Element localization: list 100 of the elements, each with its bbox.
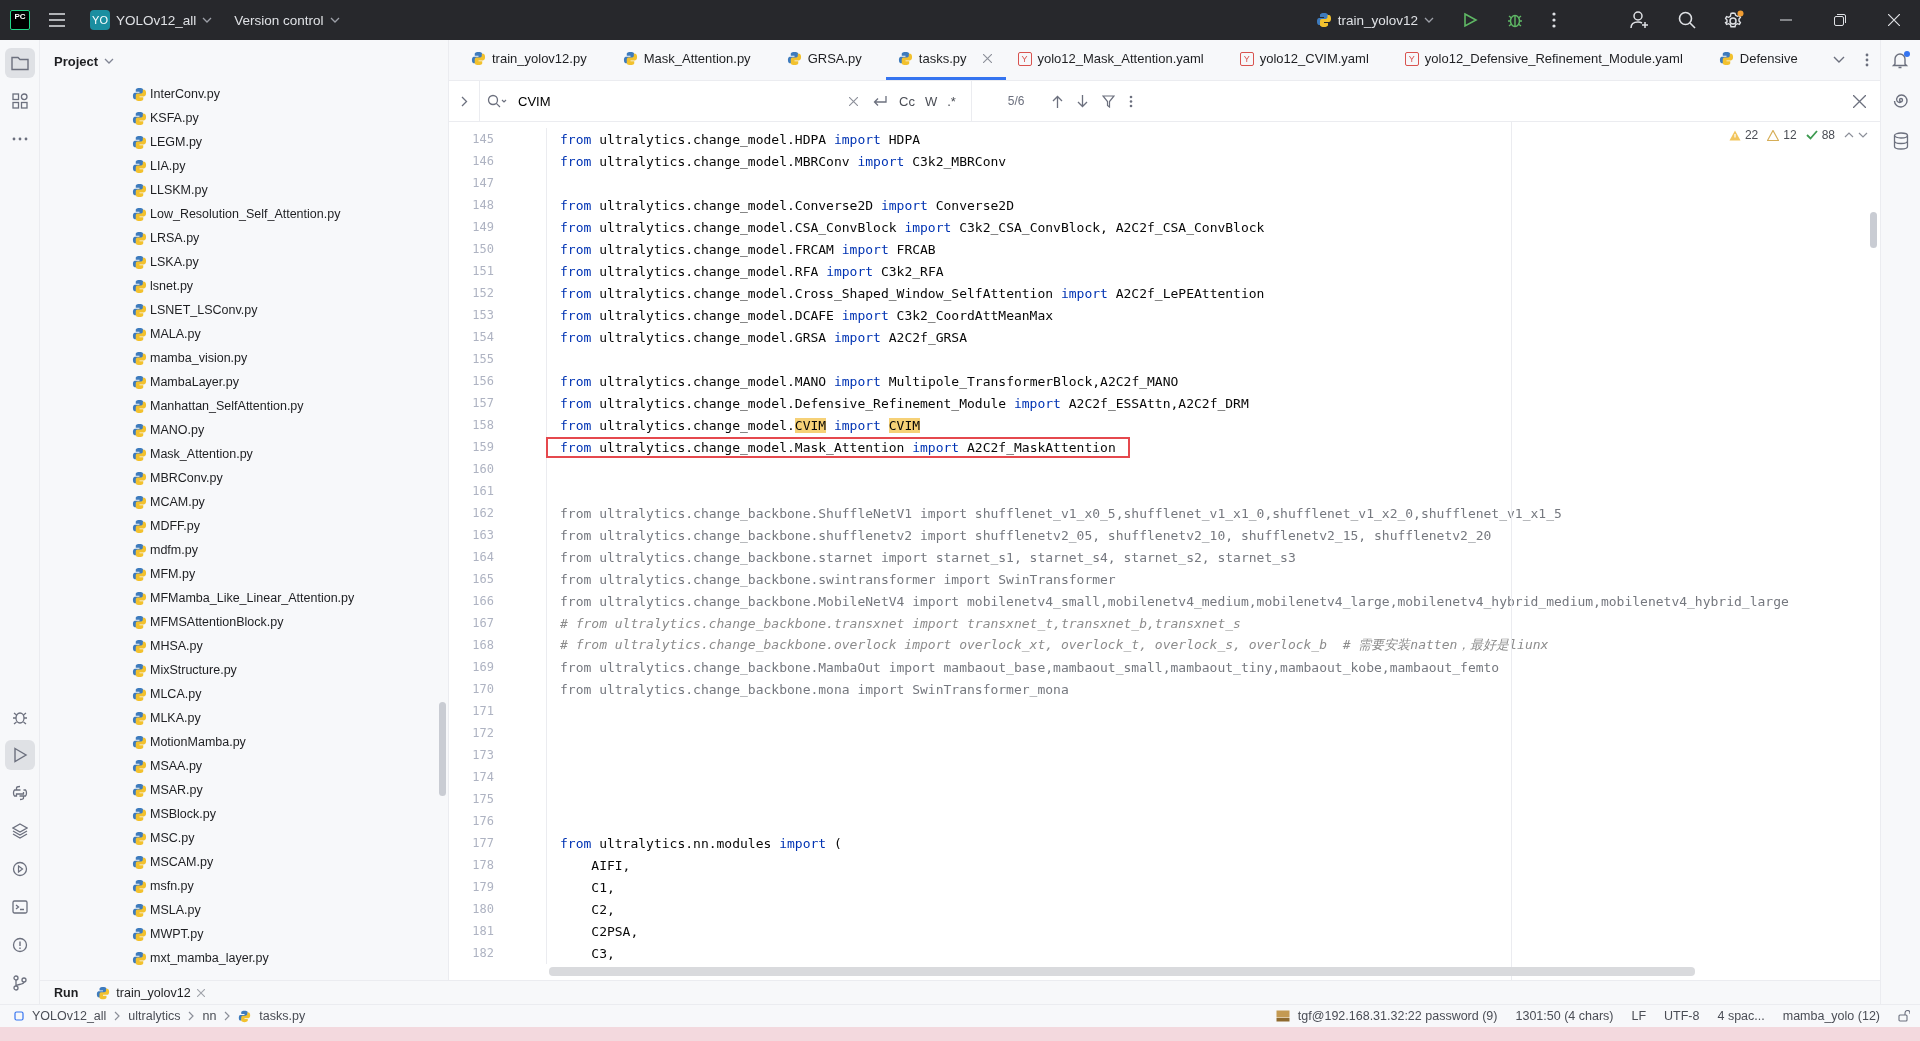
file-tree-item[interactable]: LSNET_LSConv.py bbox=[132, 298, 448, 322]
file-tree-item[interactable]: MBRConv.py bbox=[132, 466, 448, 490]
search-field[interactable]: CVIM bbox=[514, 93, 842, 109]
editor-tab[interactable]: GRSA.py bbox=[774, 40, 886, 80]
chevron-down-icon[interactable] bbox=[1832, 56, 1845, 64]
project-tool-button[interactable] bbox=[4, 48, 35, 78]
run-tab[interactable]: train_yolov12 bbox=[96, 985, 205, 1000]
file-tree-item[interactable]: MLCA.py bbox=[132, 682, 448, 706]
search-icon[interactable] bbox=[1678, 11, 1696, 29]
file-tree-item[interactable]: mxt_mamba_layer.py bbox=[132, 946, 448, 970]
file-tree-item[interactable]: MWPT.py bbox=[132, 922, 448, 946]
file-tree-item[interactable]: mamba_vision.py bbox=[132, 346, 448, 370]
clear-icon[interactable] bbox=[849, 96, 858, 106]
file-tree-item[interactable]: MSCAM.py bbox=[132, 850, 448, 874]
more-icon[interactable] bbox=[1552, 12, 1556, 28]
breadcrumb[interactable]: YOLOv12_all bbox=[32, 1009, 107, 1023]
file-encoding[interactable]: UTF-8 bbox=[1664, 1009, 1700, 1023]
file-tree-item[interactable]: Manhattan_SelfAttention.py bbox=[132, 394, 448, 418]
python-file-icon bbox=[132, 926, 147, 942]
editor-tab[interactable]: Y yolo12_Defensive_Refinement_Module.yaml bbox=[1392, 40, 1707, 80]
new-line-icon[interactable] bbox=[872, 94, 887, 108]
editor-tab[interactable]: Mask_Attention.py bbox=[610, 40, 775, 80]
file-tree-item[interactable]: MCAM.py bbox=[132, 490, 448, 514]
close-icon[interactable] bbox=[1853, 94, 1866, 108]
file-tree-item[interactable]: MHSA.py bbox=[132, 634, 448, 658]
restore-icon[interactable] bbox=[1834, 14, 1846, 26]
remote-host[interactable]: tgf@192.168.31.32:22 password (9) bbox=[1297, 1009, 1498, 1023]
file-tree-item[interactable]: MANO.py bbox=[132, 418, 448, 442]
line-number: 170 bbox=[471, 682, 494, 696]
match-case-toggle[interactable]: Cc bbox=[894, 91, 920, 111]
file-tree-item[interactable]: MixStructure.py bbox=[132, 658, 448, 682]
add-user-icon[interactable] bbox=[1630, 11, 1650, 29]
file-tree-item[interactable]: MSAA.py bbox=[132, 754, 448, 778]
file-tree-item[interactable]: MSBlock.py bbox=[132, 802, 448, 826]
file-tree-item[interactable]: LRSA.py bbox=[132, 226, 448, 250]
editor-tab[interactable]: tasks.py bbox=[885, 40, 1006, 80]
scrollbar[interactable] bbox=[439, 702, 446, 796]
lock-icon[interactable] bbox=[1898, 1010, 1910, 1022]
file-tree-item[interactable]: MSAR.py bbox=[132, 778, 448, 802]
caret-position[interactable]: 1301:50 (4 chars) bbox=[1515, 1009, 1614, 1023]
scrollbar[interactable] bbox=[1870, 212, 1877, 248]
warning-count[interactable]: 22 bbox=[1744, 128, 1759, 142]
search-icon[interactable] bbox=[487, 94, 507, 108]
file-tree-item[interactable]: MALA.py bbox=[132, 322, 448, 346]
more-icon[interactable] bbox=[1128, 94, 1133, 108]
scrollbar[interactable] bbox=[549, 967, 1695, 976]
file-tree-item[interactable]: MSC.py bbox=[132, 826, 448, 850]
breadcrumb[interactable]: ultralytics bbox=[128, 1009, 181, 1023]
file-tree-item[interactable]: Mask_Attention.py bbox=[132, 442, 448, 466]
run-icon[interactable] bbox=[1462, 12, 1478, 28]
file-tree-item[interactable]: InterConv.py bbox=[132, 82, 448, 106]
editor-tab[interactable]: train_yolov12.py bbox=[459, 40, 611, 80]
file-tree-item[interactable]: MambaLayer.py bbox=[132, 370, 448, 394]
file-tree-item[interactable]: LSKA.py bbox=[132, 250, 448, 274]
chevron-down-icon[interactable] bbox=[1858, 132, 1868, 138]
expand-icon[interactable] bbox=[460, 95, 468, 107]
breadcrumb[interactable]: nn bbox=[202, 1009, 217, 1023]
project-view-title[interactable]: Project bbox=[48, 52, 121, 70]
notifications-icon[interactable] bbox=[1890, 50, 1911, 70]
file-tree-item[interactable]: LIA.py bbox=[132, 154, 448, 178]
chevron-up-icon[interactable] bbox=[1844, 132, 1854, 138]
file-tree-item[interactable]: mdfm.py bbox=[132, 538, 448, 562]
file-tree-item[interactable]: MDFF.py bbox=[132, 514, 448, 538]
ok-count[interactable]: 88 bbox=[1821, 128, 1835, 142]
breadcrumb[interactable]: tasks.py bbox=[259, 1009, 306, 1023]
settings-icon[interactable] bbox=[1724, 10, 1744, 30]
file-tree-item[interactable]: MotionMamba.py bbox=[132, 730, 448, 754]
file-tree-item[interactable]: lsnet.py bbox=[132, 274, 448, 298]
file-tree-item[interactable]: MFMSAttentionBlock.py bbox=[132, 610, 448, 634]
database-icon[interactable] bbox=[1892, 132, 1909, 150]
filter-icon[interactable] bbox=[1101, 94, 1115, 108]
line-number: 155 bbox=[471, 352, 494, 366]
file-tree-item[interactable]: MSLA.py bbox=[132, 898, 448, 922]
menu-icon[interactable] bbox=[48, 13, 66, 27]
code-line: from ultralytics.change_backbone.MobileNetV4 import mobilenetv4_small,mobilenetv4_medium,mobilenetv4_large,mobilenetv4_hybrid_medium,mobilenetv4_hybrid_large bbox=[559, 593, 1789, 609]
version-control-menu[interactable]: Version control bbox=[226, 8, 348, 32]
regex-toggle[interactable]: .* bbox=[942, 91, 961, 111]
code-line: from ultralytics.change_backbone.ShuffleNetV1 import shufflenet_v1_x0_5,shufflenet_v1_x1_0,shufflenet_v1_x2_0,shufflenet_v1_x1_5 bbox=[559, 505, 1562, 521]
file-tree-item[interactable]: MFM.py bbox=[132, 562, 448, 586]
project-selector[interactable]: YO YOLOv12_all bbox=[82, 6, 221, 34]
editor-tab[interactable]: Y yolo12_Mask_Attention.yaml bbox=[1005, 40, 1228, 80]
indent-setting[interactable]: 4 spac... bbox=[1717, 1009, 1765, 1023]
line-separator[interactable]: LF bbox=[1631, 1009, 1647, 1023]
whole-words-toggle[interactable]: W bbox=[919, 91, 943, 111]
python-interpreter[interactable]: mamba_yolo (12) bbox=[1782, 1009, 1880, 1023]
file-tree-item[interactable]: LLSKM.py bbox=[132, 178, 448, 202]
arrow-up-icon[interactable] bbox=[1051, 94, 1063, 108]
arrow-down-icon[interactable] bbox=[1076, 94, 1088, 108]
weak-warning-count[interactable]: 12 bbox=[1783, 128, 1797, 142]
file-tree-item[interactable]: LEGM.py bbox=[132, 130, 448, 154]
editor-tab[interactable]: Defensive bbox=[1706, 40, 1822, 80]
file-tree-item[interactable]: msfn.py bbox=[132, 874, 448, 898]
file-tree-item[interactable]: MFMamba_Like_Linear_Attention.py bbox=[132, 586, 448, 610]
spiral-icon[interactable] bbox=[1891, 92, 1910, 110]
run-configuration[interactable]: train_yolov12 bbox=[1307, 8, 1442, 32]
run-tool-button[interactable] bbox=[4, 740, 35, 770]
file-tree-item[interactable]: Low_Resolution_Self_Attention.py bbox=[132, 202, 448, 226]
file-tree-item[interactable]: KSFA.py bbox=[132, 106, 448, 130]
editor-tab[interactable]: Y yolo12_CVIM.yaml bbox=[1227, 40, 1393, 80]
file-tree-item[interactable]: MLKA.py bbox=[132, 706, 448, 730]
